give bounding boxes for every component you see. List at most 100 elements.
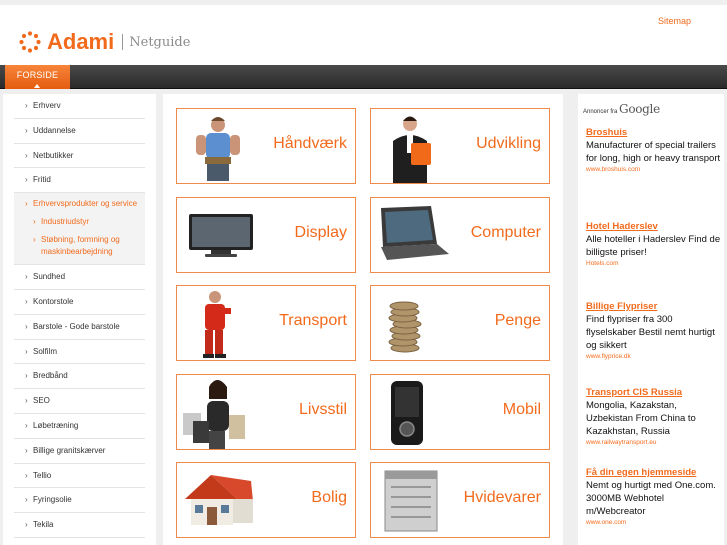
ads-heading[interactable]: Annoncer fra Google — [583, 102, 660, 116]
category-card[interactable]: Computer — [370, 197, 550, 273]
sidebar-item[interactable]: › SEO — [14, 389, 145, 414]
category-label: Computer — [470, 224, 541, 241]
sidebar-item[interactable]: › Barstole - Gode barstole — [14, 315, 145, 340]
sidebar-item-active[interactable]: › Erhvervsprodukter og service › Industri… — [14, 193, 145, 266]
sidebar-item[interactable]: › Bredbånd — [14, 364, 145, 390]
sidebar-item[interactable]: › Erhverv — [14, 94, 145, 119]
sidebar-item[interactable]: › Fritid — [14, 168, 145, 194]
bullet-icon: › — [25, 199, 28, 209]
category-card[interactable]: Display — [176, 197, 356, 273]
page: Adami Netguide Sitemap FORSIDE › Erhverv ›… — [0, 0, 727, 545]
category-card[interactable]: Transport — [176, 285, 356, 361]
sidebar-item[interactable]: › Billige granitskærver — [14, 439, 145, 464]
tab-forside[interactable]: FORSIDE — [5, 65, 70, 89]
ad-item: Hotel Haderslev Alle hoteller i Haderslev… — [586, 220, 721, 269]
sidebar-item[interactable]: › Sundhed — [14, 265, 145, 290]
ad-title[interactable]: Billige Flypriser — [586, 300, 721, 313]
ad-title[interactable]: Transport CIS Russia — [586, 386, 721, 399]
ad-url[interactable]: Hotels.com — [586, 259, 721, 269]
category-label: Håndværk — [273, 135, 347, 152]
ad-title[interactable]: Hotel Haderslev — [586, 220, 721, 233]
category-card[interactable]: Udvikling — [370, 108, 550, 184]
ad-description: Manufacturer of special trailers for lon… — [586, 140, 721, 164]
sidebar-item-label: SEO — [33, 396, 50, 406]
main-nav: FORSIDE — [0, 65, 727, 89]
ad-title[interactable]: Få din egen hjemmeside — [586, 466, 721, 479]
category-label: Transport — [279, 312, 347, 329]
bullet-icon: › — [25, 346, 28, 356]
bullet-icon: › — [25, 420, 28, 430]
sidebar-item[interactable]: › Løbetræning — [14, 414, 145, 439]
sidebar-item[interactable]: › Tellio — [14, 464, 145, 489]
bullet-icon: › — [25, 296, 28, 306]
sitemap-link[interactable]: Sitemap — [658, 16, 691, 26]
bullet-icon: › — [25, 396, 28, 406]
sidebar-item-label: Netbutikker — [33, 150, 74, 160]
sidebar-subitem[interactable]: › Støbning, formning og maskinbearbejdnin… — [33, 234, 139, 258]
sidebar-item-label: Tekila — [33, 520, 54, 530]
bullet-icon: › — [33, 217, 36, 227]
sidebar-bottom-list: › Sundhed › Kontorstole › Barstole - Gode bar… — [3, 265, 156, 538]
bullet-icon: › — [25, 321, 28, 331]
sidebar-item-active-label: Erhvervsprodukter og service — [33, 199, 138, 209]
sidebar-item-label: Løbetræning — [33, 420, 79, 430]
sidebar-item[interactable]: › Netbutikker — [14, 144, 145, 169]
bullet-icon: › — [25, 101, 28, 110]
laptop-photo-icon — [381, 206, 449, 260]
sidebar-item[interactable]: › Fyringsolie — [14, 488, 145, 514]
ad-description: Mongolia, Kazakstan, Uzbekistan From Chi… — [586, 400, 696, 437]
bullet-icon: › — [25, 272, 28, 282]
logo-divider — [122, 34, 124, 50]
sidebar-item-label: Barstole - Gode barstole — [33, 321, 120, 331]
monitor-photo-icon — [189, 214, 253, 257]
sidebar-item[interactable]: › Uddannelse — [14, 119, 145, 144]
ad-url[interactable]: www.one.com — [586, 518, 721, 528]
bullet-icon: › — [25, 175, 28, 185]
ad-url[interactable]: www.railwaytransport.eu — [586, 438, 721, 448]
shopping-woman-photo-icon — [183, 380, 245, 449]
logo-subtitle: Netguide — [129, 34, 191, 50]
sidebar-item-label: Tellio — [33, 470, 52, 480]
sidebar-item-label: Fritid — [33, 175, 51, 185]
ad-item: Få din egen hjemmeside Nemt og hurtigt me… — [586, 466, 721, 528]
bullet-icon: › — [25, 150, 28, 160]
ad-description: Find flypriser fra 300 flyselskaber Best… — [586, 314, 715, 351]
bullet-icon: › — [25, 445, 28, 455]
ad-title[interactable]: Broshuis — [586, 126, 721, 139]
tab-forside-label: FORSIDE — [16, 70, 59, 80]
category-label: Udvikling — [476, 135, 541, 152]
mobile-phone-photo-icon — [391, 381, 423, 445]
sidebar-item-label: Fyringsolie — [33, 495, 72, 505]
category-label: Penge — [494, 312, 541, 329]
bullet-icon: › — [25, 371, 28, 381]
logo-text: Adami — [47, 29, 115, 54]
sidebar-item-label: Sundhed — [33, 272, 66, 282]
category-card[interactable]: Penge — [370, 285, 550, 361]
ad-item: Transport CIS Russia Mongolia, Kazakstan,… — [586, 386, 721, 448]
logo[interactable]: Adami Netguide — [19, 29, 190, 55]
sidebar-item[interactable]: › Tekila — [14, 513, 145, 538]
category-label: Bolig — [311, 489, 347, 506]
category-card[interactable]: Håndværk — [176, 108, 356, 184]
category-card[interactable]: Livsstil — [176, 374, 356, 450]
category-card[interactable]: Bolig — [176, 462, 356, 538]
dishwasher-photo-icon — [384, 470, 438, 532]
sidebar-subitem[interactable]: › Industriudstyr — [33, 216, 139, 228]
active-tab-arrow-icon — [34, 84, 40, 88]
ad-item: Broshuis Manufacturer of special trailers… — [586, 126, 721, 175]
ad-item: Billige Flypriser Find flypriser fra 300 … — [586, 300, 721, 362]
sidebar-subitem-label: Støbning, formning og maskinbearbejdning — [41, 235, 120, 257]
sidebar-item[interactable]: › Solfilm — [14, 340, 145, 365]
category-grid: Håndværk Udvikling Display Computer Tran… — [163, 94, 563, 545]
ad-url[interactable]: www.flyprice.dk — [586, 352, 721, 362]
category-card[interactable]: Hvidevarer — [370, 462, 550, 538]
sidebar-item[interactable]: › Kontorstole — [14, 290, 145, 315]
category-card[interactable]: Mobil — [370, 374, 550, 450]
header: Adami Netguide Sitemap — [0, 5, 727, 65]
ad-description: Nemt og hurtigt med One.com. 3000MB Webh… — [586, 480, 716, 517]
ad-url[interactable]: www.broshuis.com — [586, 165, 721, 175]
adami-logo-icon — [19, 31, 41, 53]
bullet-icon: › — [25, 470, 28, 480]
bullet-icon: › — [33, 235, 36, 245]
bullet-icon: › — [25, 495, 28, 505]
